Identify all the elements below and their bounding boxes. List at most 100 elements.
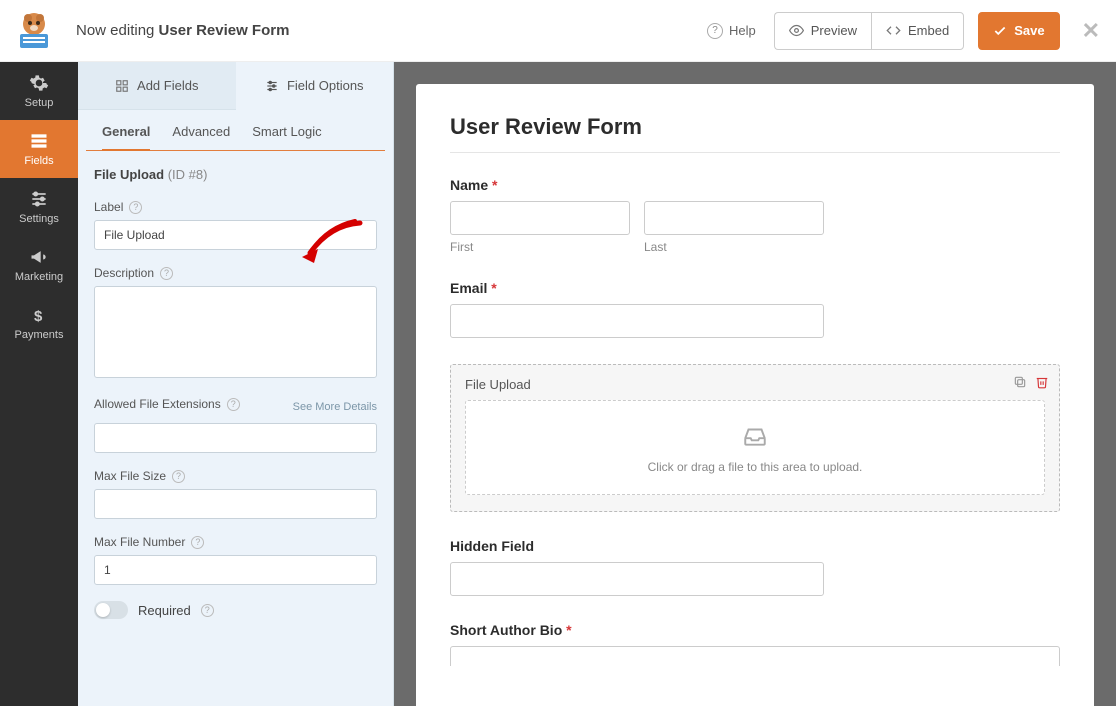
allowed-ext-input[interactable]	[94, 423, 377, 453]
bio-input[interactable]	[450, 646, 1060, 666]
hidden-input[interactable]	[450, 562, 824, 596]
allowed-ext-label: Allowed File Extensions ?	[94, 397, 240, 411]
allowed-ext-row: Allowed File Extensions ? See More Detai…	[94, 397, 377, 453]
description-label-text: Description	[94, 266, 154, 280]
form-icon	[29, 131, 49, 151]
bullhorn-icon	[29, 247, 49, 267]
gear-icon	[29, 73, 49, 93]
preview-button-label: Preview	[811, 23, 857, 38]
last-sublabel: Last	[644, 240, 824, 254]
help-icon[interactable]: ?	[201, 604, 214, 617]
tab-add-fields[interactable]: Add Fields	[78, 62, 236, 110]
preview-button[interactable]: Preview	[774, 12, 871, 50]
help-icon[interactable]: ?	[227, 398, 240, 411]
upload-text: Click or drag a file to this area to upl…	[476, 460, 1034, 474]
email-label: Email *	[450, 280, 1060, 296]
upload-zone[interactable]: Click or drag a file to this area to upl…	[465, 400, 1045, 495]
max-number-row: Max File Number ?	[94, 535, 377, 585]
form-preview: User Review Form Name * First Last Email…	[416, 84, 1094, 706]
sidenav-setup-label: Setup	[25, 97, 54, 109]
duplicate-icon[interactable]	[1013, 375, 1027, 389]
email-input[interactable]	[450, 304, 824, 338]
label-input[interactable]	[94, 220, 377, 250]
required-label: Required	[138, 603, 191, 618]
subtab-advanced[interactable]: Advanced	[172, 124, 230, 150]
save-button[interactable]: Save	[978, 12, 1059, 50]
sidenav-settings[interactable]: Settings	[0, 178, 78, 236]
sidenav-payments[interactable]: $ Payments	[0, 294, 78, 352]
preview-embed-group: Preview Embed	[774, 12, 964, 50]
label-label: Label ?	[94, 200, 377, 214]
preview-title: User Review Form	[450, 114, 1060, 140]
help-icon[interactable]: ?	[172, 470, 185, 483]
max-size-row: Max File Size ?	[94, 469, 377, 519]
field-heading-name: File Upload	[94, 167, 164, 182]
svg-text:$: $	[34, 308, 43, 325]
embed-button-label: Embed	[908, 23, 949, 38]
left-panel: Add Fields Field Options General Advance…	[78, 62, 394, 706]
label-label-text: Label	[94, 200, 123, 214]
max-size-input[interactable]	[94, 489, 377, 519]
file-upload-label: File Upload	[465, 377, 1045, 392]
last-name-input[interactable]	[644, 201, 824, 235]
sidenav-setup[interactable]: Setup	[0, 62, 78, 120]
allowed-ext-label-text: Allowed File Extensions	[94, 397, 221, 411]
sub-tabs: General Advanced Smart Logic	[86, 110, 385, 151]
sidenav-payments-label: Payments	[15, 329, 64, 341]
hidden-field[interactable]: Hidden Field	[450, 538, 1060, 596]
bio-field[interactable]: Short Author Bio *	[450, 622, 1060, 666]
save-button-label: Save	[1014, 23, 1044, 38]
close-button[interactable]: ✕	[1082, 18, 1100, 44]
field-id: (ID #8)	[168, 167, 208, 182]
divider	[450, 152, 1060, 153]
description-row: Description ?	[94, 266, 377, 381]
bio-label: Short Author Bio *	[450, 622, 1060, 638]
see-more-link[interactable]: See More Details	[293, 401, 377, 413]
help-icon[interactable]: ?	[129, 201, 142, 214]
trash-icon[interactable]	[1035, 375, 1049, 389]
sidenav-fields[interactable]: Fields	[0, 120, 78, 178]
embed-button[interactable]: Embed	[871, 12, 964, 50]
email-field[interactable]: Email *	[450, 280, 1060, 338]
field-actions	[1013, 375, 1049, 389]
field-options-body: File Upload (ID #8) Label ? Description …	[78, 151, 393, 706]
required-toggle[interactable]	[94, 601, 128, 619]
required-row: Required ?	[94, 601, 377, 619]
description-label: Description ?	[94, 266, 377, 280]
field-heading: File Upload (ID #8)	[94, 167, 377, 182]
code-icon	[886, 23, 901, 38]
preview-canvas: User Review Form Name * First Last Email…	[394, 62, 1116, 706]
max-number-input[interactable]	[94, 555, 377, 585]
help-icon[interactable]: ?	[191, 536, 204, 549]
dollar-icon: $	[29, 305, 49, 325]
main-area: Setup Fields Settings Marketing $ Paymen…	[0, 62, 1116, 706]
first-sublabel: First	[450, 240, 630, 254]
app-logo	[10, 7, 58, 55]
name-label: Name *	[450, 177, 1060, 193]
description-input[interactable]	[94, 286, 377, 378]
tab-field-options-label: Field Options	[287, 78, 364, 93]
subtab-general[interactable]: General	[102, 124, 150, 151]
editing-prefix: Now editing	[76, 22, 159, 39]
help-label: Help	[729, 23, 756, 38]
side-nav: Setup Fields Settings Marketing $ Paymen…	[0, 62, 78, 706]
first-name-input[interactable]	[450, 201, 630, 235]
tab-field-options[interactable]: Field Options	[236, 62, 394, 110]
help-icon[interactable]: ?	[160, 267, 173, 280]
inbox-icon	[742, 425, 768, 447]
label-row: Label ?	[94, 200, 377, 250]
sliders-icon	[265, 79, 279, 93]
sidenav-settings-label: Settings	[19, 213, 59, 225]
subtab-smart-logic[interactable]: Smart Logic	[252, 124, 321, 150]
eye-icon	[789, 23, 804, 38]
top-bar: Now editing User Review Form ? Help Prev…	[0, 0, 1116, 62]
sidenav-marketing[interactable]: Marketing	[0, 236, 78, 294]
check-icon	[993, 24, 1007, 38]
file-upload-field[interactable]: File Upload Click or drag a file to this…	[450, 364, 1060, 512]
max-number-label: Max File Number ?	[94, 535, 377, 549]
sidenav-marketing-label: Marketing	[15, 271, 63, 283]
name-field[interactable]: Name * First Last	[450, 177, 1060, 254]
help-icon: ?	[707, 23, 723, 39]
grid-icon	[115, 79, 129, 93]
help-link[interactable]: ? Help	[707, 23, 756, 39]
